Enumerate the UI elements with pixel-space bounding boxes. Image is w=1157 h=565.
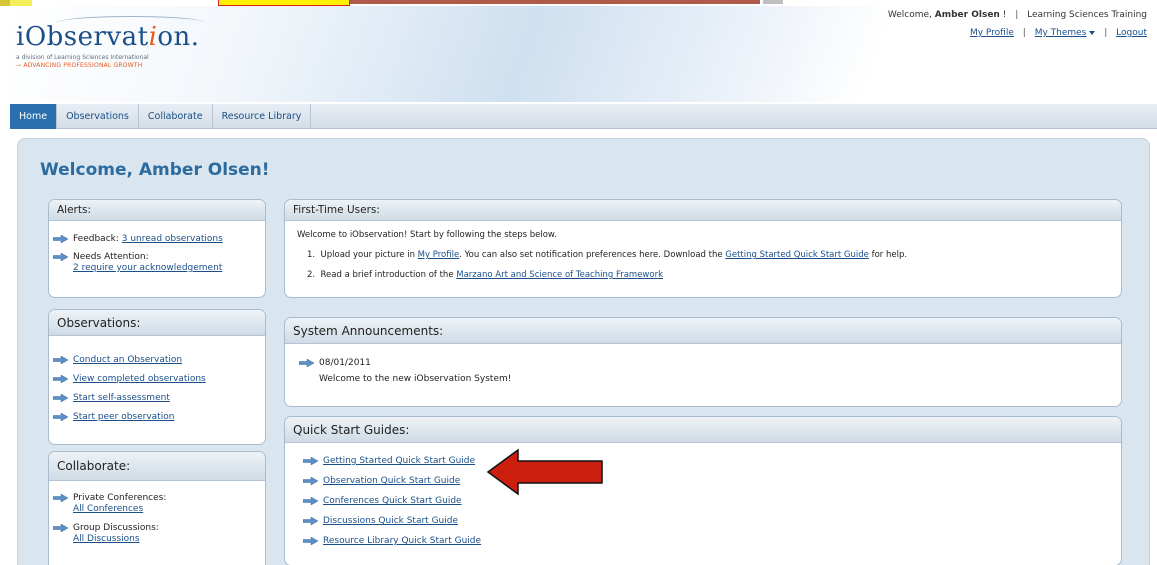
my-profile-link[interactable]: My Profile <box>970 28 1014 38</box>
resource-library-guide-link[interactable]: Resource Library Quick Start Guide <box>323 536 481 546</box>
red-pointer-arrow-icon <box>486 448 603 496</box>
arrow-right-icon <box>53 253 68 261</box>
peer-observation-link[interactable]: Start peer observation <box>73 412 174 422</box>
getting-started-guide-link[interactable]: Getting Started Quick Start Guide <box>323 456 475 466</box>
logout-link[interactable]: Logout <box>1116 28 1147 38</box>
arrow-right-icon <box>53 375 68 383</box>
arrow-right-icon <box>53 356 68 364</box>
getting-started-inline-link[interactable]: Getting Started Quick Start Guide <box>725 250 869 260</box>
list-item: Start self-assessment <box>49 393 265 404</box>
list-item: Group Discussions: All Discussions <box>49 523 265 545</box>
discussions-guide-link[interactable]: Discussions Quick Start Guide <box>323 516 458 526</box>
collaborate-title: Collaborate: <box>49 452 265 481</box>
announcement-date: 08/01/2011 <box>319 358 371 368</box>
quick-start-panel: Quick Start Guides: Getting Started Quic… <box>284 416 1122 565</box>
arrow-right-icon <box>53 235 68 243</box>
user-name: Amber Olsen <box>934 10 1000 20</box>
logo-tagline: ⇾ ADVANCING PROFESSIONAL GROWTH <box>16 62 143 69</box>
my-profile-inline-link[interactable]: My Profile <box>418 250 460 260</box>
all-conferences-link[interactable]: All Conferences <box>73 504 265 515</box>
list-item: Getting Started Quick Start Guide <box>299 456 1121 467</box>
marzano-framework-link[interactable]: Marzano Art and Science of Teaching Fram… <box>456 270 663 280</box>
announcement-text: Welcome to the new iObservation System! <box>319 374 512 384</box>
tab-observations[interactable]: Observations <box>57 104 139 129</box>
list-item: Start peer observation <box>49 412 265 423</box>
arrow-right-icon <box>303 497 318 505</box>
self-assessment-link[interactable]: Start self-assessment <box>73 393 170 403</box>
alert-feedback: Feedback: 3 unread observations <box>49 234 265 245</box>
logo-subtitle: a division of Learning Sciences Internat… <box>16 54 149 61</box>
organization-name: Learning Sciences Training <box>1027 10 1147 20</box>
announcement-item: 08/01/2011 Welcome to the new iObservati… <box>295 358 1121 385</box>
alerts-panel: Alerts: Feedback: 3 unread observations … <box>48 199 266 298</box>
list-item: Conduct an Observation <box>49 355 265 366</box>
conduct-observation-link[interactable]: Conduct an Observation <box>73 355 182 365</box>
all-discussions-link[interactable]: All Discussions <box>73 534 265 545</box>
observations-panel: Observations: Conduct an Observation Vie… <box>48 309 266 445</box>
list-item: Conferences Quick Start Guide <box>299 496 1121 507</box>
observations-title: Observations: <box>49 310 265 336</box>
announcements-panel: System Announcements: 08/01/2011 Welcome… <box>284 317 1122 407</box>
arrow-right-icon <box>303 477 318 485</box>
tab-home[interactable]: Home <box>10 104 58 129</box>
quick-start-title: Quick Start Guides: <box>285 417 1121 443</box>
unread-observations-link[interactable]: 3 unread observations <box>122 234 223 244</box>
main-content: Welcome, Amber Olsen! Alerts: Feedback: … <box>17 138 1150 565</box>
announcements-title: System Announcements: <box>285 318 1121 344</box>
main-nav: Home Observations Collaborate Resource L… <box>10 104 1157 129</box>
my-themes-dropdown[interactable]: My Themes <box>1035 28 1096 38</box>
tab-collaborate[interactable]: Collaborate <box>139 104 213 129</box>
acknowledgement-link[interactable]: 2 require your acknowledgement <box>73 263 265 274</box>
alert-needs-attention: Needs Attention: 2 require your acknowle… <box>49 252 265 274</box>
alerts-title: Alerts: <box>49 200 265 221</box>
arrow-right-icon <box>53 524 68 532</box>
arrow-right-icon <box>299 359 314 367</box>
list-item: Discussions Quick Start Guide <box>299 516 1121 527</box>
list-item: View completed observations <box>49 374 265 385</box>
list-item: Resource Library Quick Start Guide <box>299 536 1121 547</box>
welcome-text: Welcome, <box>887 10 935 20</box>
arrow-right-icon <box>303 517 318 525</box>
view-completed-link[interactable]: View completed observations <box>73 374 206 384</box>
list-item: Private Conferences: All Conferences <box>49 493 265 515</box>
iobservation-logo[interactable]: iObservation. a division of Learning Sci… <box>16 16 206 69</box>
arrow-right-icon <box>303 537 318 545</box>
user-box: Welcome, Amber Olsen ! | Learning Scienc… <box>887 10 1147 38</box>
list-item: Observation Quick Start Guide <box>299 476 1121 487</box>
tab-resource-library[interactable]: Resource Library <box>213 104 312 129</box>
arrow-right-icon <box>53 413 68 421</box>
collaborate-panel: Collaborate: Private Conferences: All Co… <box>48 451 266 565</box>
conferences-guide-link[interactable]: Conferences Quick Start Guide <box>323 496 462 506</box>
arrow-right-icon <box>53 394 68 402</box>
page-title: Welcome, Amber Olsen! <box>40 160 270 180</box>
intro-text: Welcome to iObservation! Start by follow… <box>297 230 557 240</box>
arrow-right-icon <box>303 457 318 465</box>
observation-guide-link[interactable]: Observation Quick Start Guide <box>323 476 460 486</box>
step-2: 2. Read a brief introduction of the Marz… <box>307 270 663 280</box>
chevron-down-icon <box>1089 30 1096 35</box>
first-time-users-panel: First-Time Users: Welcome to iObservatio… <box>284 199 1122 298</box>
page-header: iObservation. a division of Learning Sci… <box>10 6 1157 102</box>
first-time-users-title: First-Time Users: <box>285 200 1121 221</box>
step-1: 1. Upload your picture in My Profile. Yo… <box>307 250 908 260</box>
arrow-right-icon <box>53 494 68 502</box>
